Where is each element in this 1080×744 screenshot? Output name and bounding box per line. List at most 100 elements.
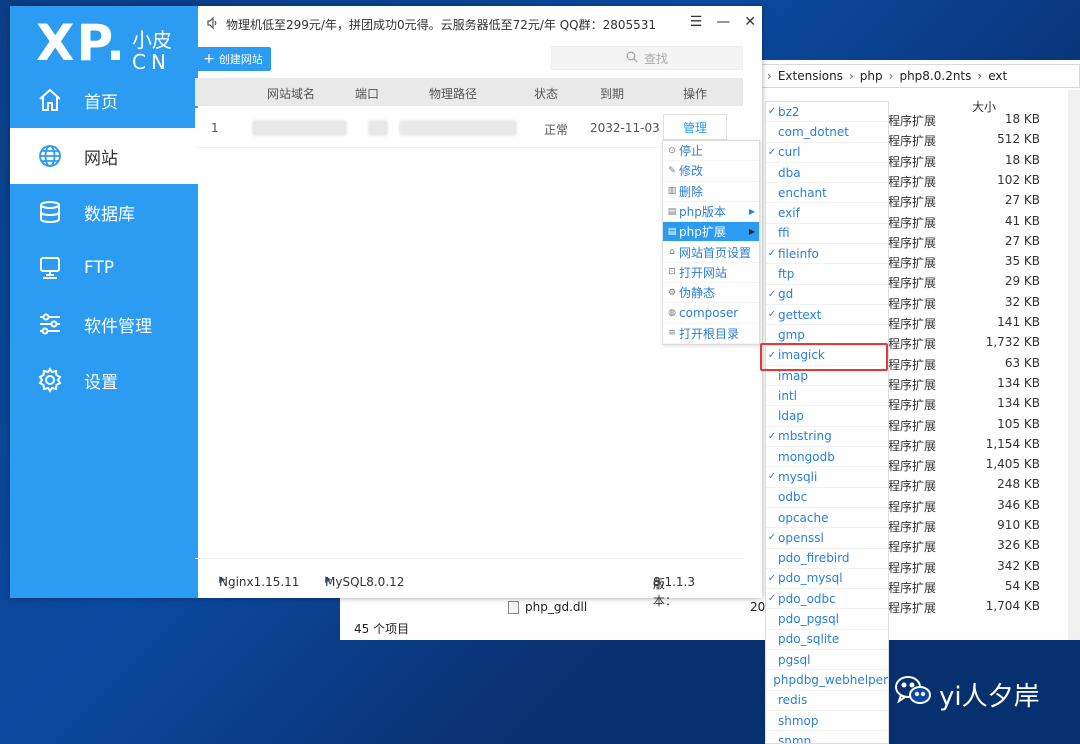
extension-item[interactable]: ✓ mbstring: [766, 427, 888, 448]
open-icon: ⊡: [668, 267, 676, 278]
extension-item[interactable]: ✓ openssl: [766, 528, 888, 549]
extension-item[interactable]: pgsql: [766, 650, 888, 671]
extension-item[interactable]: snmp: [766, 731, 888, 743]
context-menu: ⊙ 停止 ✎ 修改 ▥ 删除 ▤ php版本 ▶ ▤ php扩展 ▶ ⌂ 网站首页设置 ⊡ 打开网站 ⚙ 伪静态 ◍…: [662, 140, 760, 345]
manage-button[interactable]: 管理: [663, 114, 727, 140]
speaker-icon: [206, 16, 220, 33]
menu-item[interactable]: ⊙ 停止: [663, 141, 759, 162]
watermark: yi人夕岸: [893, 674, 1040, 715]
create-site-button[interactable]: + 创建网站: [195, 47, 271, 71]
menu-item-label: composer: [679, 306, 739, 321]
menu-item-label: 网站首页设置: [679, 245, 752, 260]
nav-label: 设置: [84, 372, 118, 393]
extension-item[interactable]: ✓ fileinfo: [766, 244, 888, 265]
extension-item[interactable]: shmop: [766, 711, 888, 732]
file-icon: ▤: [667, 226, 677, 237]
extension-item[interactable]: ✓ curl: [766, 143, 888, 163]
nav-website[interactable]: 网站: [10, 128, 198, 184]
extension-item[interactable]: ffi: [766, 224, 888, 245]
extension-label: ffi: [778, 226, 790, 241]
announcement-text[interactable]: 物理机低至299元/年，拼团成功0元得。云服务器低至72元/年 QQ群：2805…: [226, 16, 656, 33]
nav-label: FTP: [84, 258, 115, 278]
col-domain: 网站域名: [267, 87, 316, 101]
extension-item[interactable]: phpdbg_webhelper: [766, 670, 888, 691]
extension-item[interactable]: enchant: [766, 183, 888, 204]
menu-icon[interactable]: ☰: [690, 14, 703, 30]
breadcrumb-item[interactable]: php: [860, 69, 883, 83]
extension-item[interactable]: ftp: [766, 264, 888, 285]
scrollbar[interactable]: [1068, 90, 1080, 640]
menu-item[interactable]: ⌂ 网站首页设置: [663, 242, 759, 263]
close-icon[interactable]: ✕: [744, 14, 756, 30]
extension-label: pdo_mysql: [778, 571, 843, 586]
extension-item[interactable]: opcache: [766, 508, 888, 529]
minimize-icon[interactable]: —: [716, 14, 730, 30]
extension-item[interactable]: ✓ pdo_odbc: [766, 589, 888, 610]
breadcrumb-item[interactable]: Extensions: [778, 69, 843, 83]
nav-settings[interactable]: 设置: [10, 352, 198, 408]
extension-item[interactable]: pdo_pgsql: [766, 609, 888, 630]
version-value: 8.1.1.3: [653, 575, 695, 589]
file-size: 35 KB: [1004, 254, 1040, 269]
menu-item[interactable]: ▤ php扩展 ▶: [663, 222, 759, 243]
extension-label: com_dotnet: [778, 124, 849, 139]
checkmark-icon: ✓: [767, 572, 777, 584]
extension-item[interactable]: intl: [766, 386, 888, 407]
extension-item[interactable]: ✓ bz2: [766, 102, 888, 123]
chevron-right-icon: ›: [977, 69, 983, 83]
file-size: 54 KB: [1004, 578, 1040, 593]
col-port: 端口: [355, 87, 380, 101]
file-row[interactable]: php_gd.dll: [508, 600, 587, 614]
announcement-bar: 物理机低至299元/年，拼团成功0元得。云服务器低至72元/年 QQ群：2805…: [198, 6, 762, 42]
breadcrumb-item[interactable]: php8.0.2nts: [899, 69, 971, 83]
menu-item[interactable]: ◍ composer: [663, 303, 759, 324]
menu-item[interactable]: ⊡ 打开网站: [663, 263, 759, 284]
extension-item[interactable]: ✓ gettext: [766, 305, 888, 326]
nav-software[interactable]: 软件管理: [10, 296, 198, 352]
file-size: 18 KB: [1004, 152, 1040, 167]
server-icon: [36, 254, 64, 282]
checkmark-icon: ✓: [767, 430, 777, 442]
search-input[interactable]: 查找: [551, 46, 743, 70]
nav-home[interactable]: 首页: [10, 72, 198, 128]
plus-icon: +: [203, 51, 215, 67]
file-size: 1,732 KB: [985, 335, 1040, 350]
file-size: 41 KB: [1004, 213, 1040, 228]
file-date: 20: [750, 600, 766, 614]
wechat-icon: [893, 674, 933, 715]
extension-item[interactable]: pdo_sqlite: [766, 630, 888, 651]
extension-label: shmop: [778, 713, 819, 728]
address-bar[interactable]: › Extensions › php › php8.0.2nts › ext: [760, 64, 1080, 88]
extension-item[interactable]: odbc: [766, 488, 888, 508]
menu-item[interactable]: ≡ 打开根目录: [663, 324, 759, 344]
checkmark-icon: ✓: [767, 532, 777, 544]
extension-item[interactable]: com_dotnet: [766, 122, 888, 143]
extension-item[interactable]: ✓ mysqli: [766, 467, 888, 488]
menu-item[interactable]: ✎ 修改: [663, 161, 759, 182]
php-extensions-submenu: ✓ bz2 com_dotnet ✓ curl dba enchant exif ffi ✓ fil…: [765, 101, 889, 744]
extension-item[interactable]: mongodb: [766, 447, 888, 468]
menu-item[interactable]: ▥ 删除: [663, 182, 759, 202]
sliders-icon: [36, 310, 64, 338]
extension-item[interactable]: exif: [766, 203, 888, 224]
file-size: 134 KB: [997, 375, 1040, 390]
table-row[interactable]: 1 正常 2032-11-03 管理: [195, 108, 743, 148]
extension-label: mongodb: [778, 449, 835, 464]
home-icon: [36, 86, 64, 114]
extension-item[interactable]: ✓ pdo_mysql: [766, 569, 888, 590]
menu-item[interactable]: ▤ php版本 ▶: [663, 202, 759, 223]
extension-item[interactable]: ldap: [766, 406, 888, 427]
file-size: 141 KB: [997, 315, 1040, 329]
breadcrumb-item[interactable]: ext: [988, 69, 1007, 83]
extension-item[interactable]: dba: [766, 163, 888, 184]
menu-item[interactable]: ⚙ 伪静态: [663, 283, 759, 304]
create-site-label: 创建网站: [218, 53, 263, 66]
nav-ftp[interactable]: FTP: [10, 240, 198, 296]
menu-item-label: 修改: [679, 164, 704, 179]
extension-label: pdo_pgsql: [778, 612, 840, 627]
extension-item[interactable]: pdo_firebird: [766, 549, 888, 569]
nav-database[interactable]: 数据库: [10, 184, 198, 240]
extension-item[interactable]: ✓ gd: [766, 285, 888, 305]
logo-sub-bottom: CN: [132, 50, 171, 74]
extension-item[interactable]: redis: [766, 691, 888, 711]
